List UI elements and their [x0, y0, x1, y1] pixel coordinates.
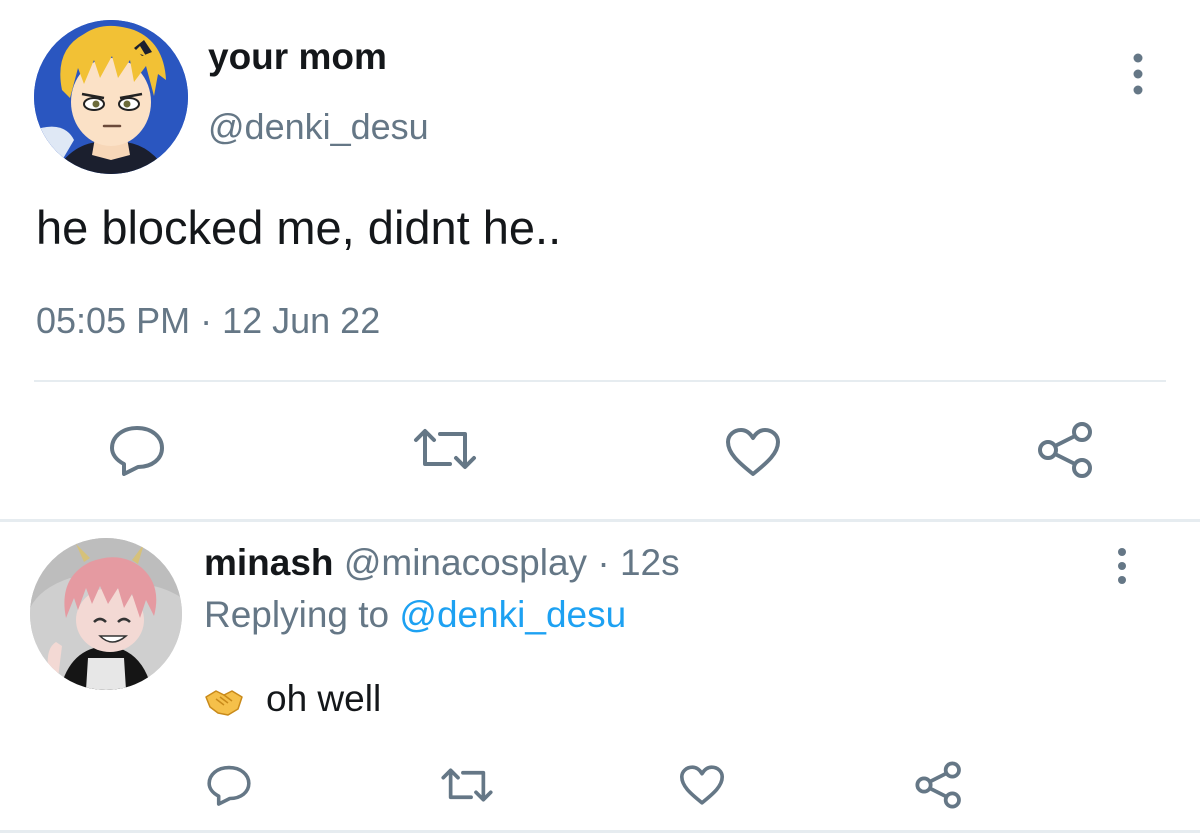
main-tweet: your mom @denki_desu he blocked me, didn…	[0, 0, 1200, 520]
tweet-text: he blocked me, didnt he..	[36, 201, 562, 254]
more-options-icon[interactable]	[1126, 52, 1150, 96]
share-icon[interactable]	[914, 760, 964, 815]
like-icon[interactable]	[678, 764, 726, 811]
retweet-icon[interactable]	[412, 426, 478, 477]
handshake-emoji-icon	[204, 684, 244, 716]
avatar[interactable]	[34, 20, 188, 174]
user-handle[interactable]: @denki_desu	[208, 106, 429, 148]
replying-to-line: Replying to @denki_desu	[204, 594, 626, 636]
reply-user-handle[interactable]: @minacosplay	[344, 542, 587, 583]
share-icon[interactable]	[1036, 420, 1096, 485]
like-icon[interactable]	[724, 426, 782, 483]
replying-to-link[interactable]: @denki_desu	[399, 594, 626, 635]
separator-dot: ·	[597, 542, 610, 583]
more-options-icon[interactable]	[1110, 546, 1134, 586]
display-name[interactable]: your mom	[208, 36, 387, 78]
divider	[34, 380, 1166, 382]
reply-icon[interactable]	[206, 764, 252, 811]
reply-text: oh well	[266, 678, 382, 720]
reply-header: minash @minacosplay · 12s	[204, 542, 680, 584]
tweet-timestamp[interactable]: 05:05 PM · 12 Jun 22	[36, 300, 380, 342]
retweet-icon[interactable]	[440, 766, 494, 809]
reply-text-row: oh well	[204, 676, 381, 720]
bottom-divider	[0, 830, 1200, 833]
reply-icon[interactable]	[108, 424, 166, 481]
tweet-separator	[0, 519, 1200, 522]
replying-to-label: Replying to	[204, 594, 390, 635]
reply-avatar[interactable]	[30, 538, 182, 690]
reply-display-name[interactable]: minash	[204, 542, 334, 583]
reply-timestamp[interactable]: 12s	[620, 542, 680, 583]
